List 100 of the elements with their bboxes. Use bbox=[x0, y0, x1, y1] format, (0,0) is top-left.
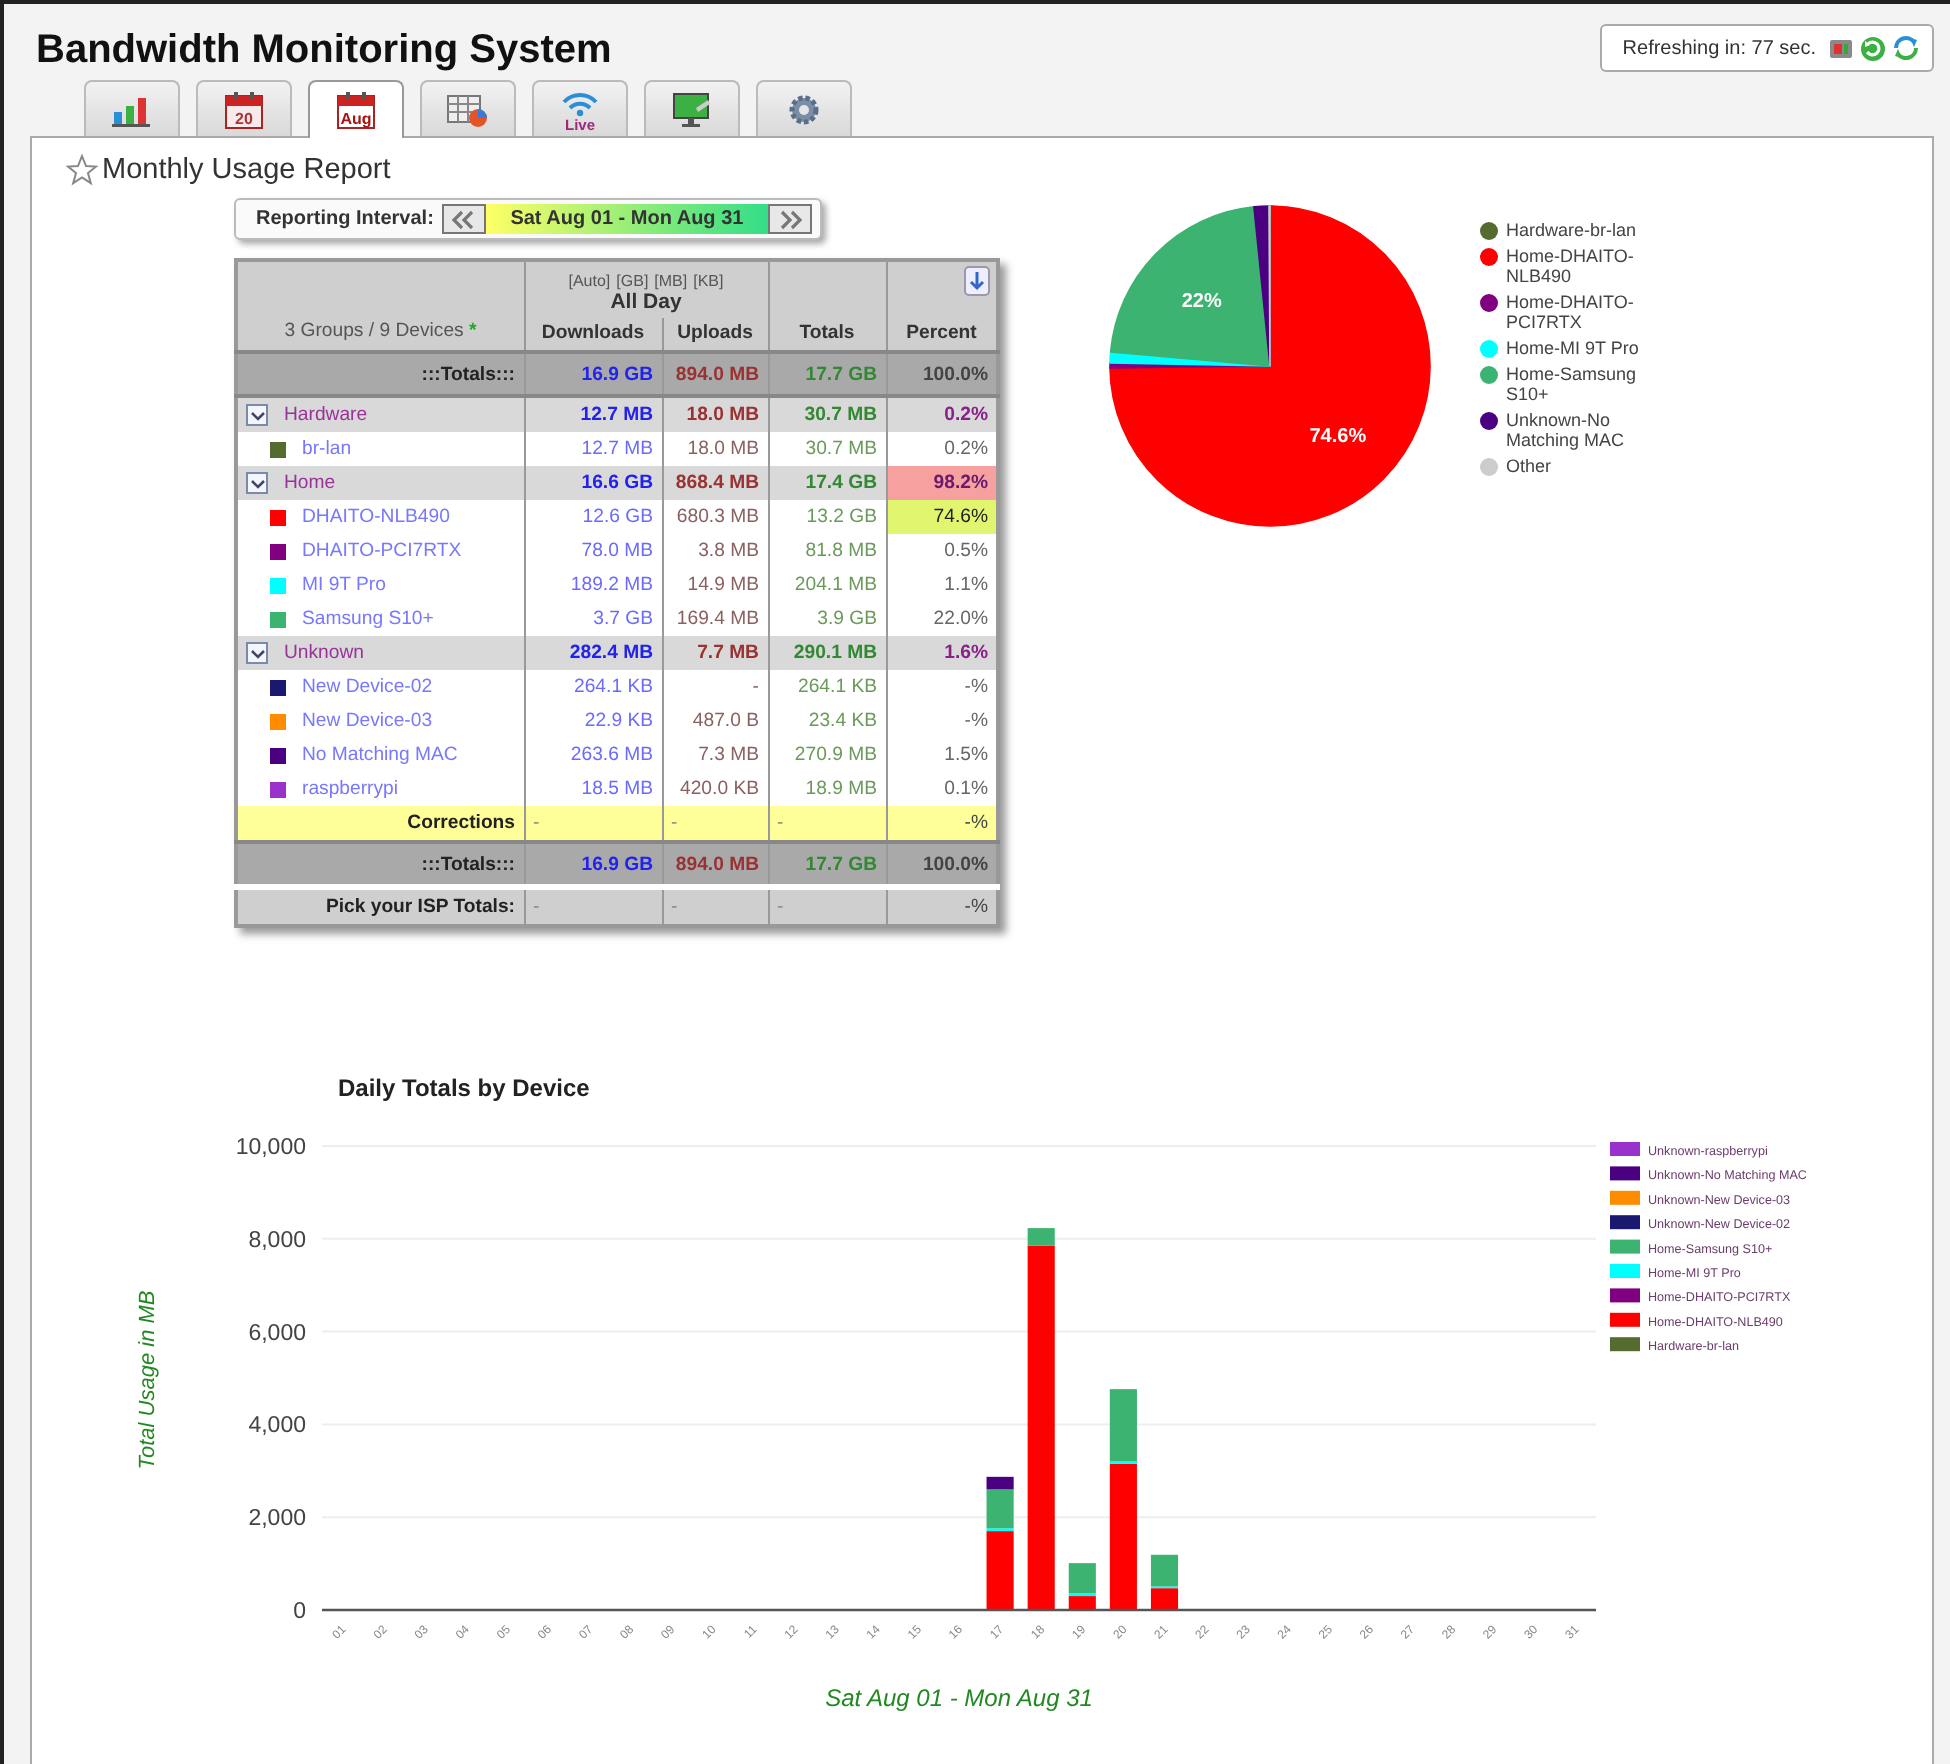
table-cell: 3.7 GB bbox=[524, 602, 662, 636]
legend-label: Unknown-No Matching MAC bbox=[1506, 410, 1627, 450]
view-tab[interactable] bbox=[84, 80, 180, 136]
group-name[interactable]: Hardware bbox=[284, 404, 368, 426]
app-title: Bandwidth Monitoring System bbox=[36, 28, 612, 74]
column-header: Percent bbox=[906, 322, 977, 344]
table-cell: - bbox=[662, 670, 768, 704]
table-cell: 23.4 KB bbox=[768, 704, 886, 738]
device-link[interactable]: raspberrypi bbox=[302, 778, 398, 800]
view-tab[interactable]: 20 bbox=[196, 80, 292, 136]
table-cell: 264.1 KB bbox=[768, 670, 886, 704]
export-icon[interactable] bbox=[964, 266, 990, 296]
table-cell: 98.2% bbox=[886, 466, 998, 500]
device-link[interactable]: DHAITO-NLB490 bbox=[302, 506, 450, 528]
row-label: Pick your ISP Totals: bbox=[236, 887, 524, 926]
table-cell: -% bbox=[886, 670, 998, 704]
device-link[interactable]: br-lan bbox=[302, 438, 352, 460]
unit-link[interactable]: [KB] bbox=[693, 271, 724, 290]
row-label: :::Totals::: bbox=[236, 352, 524, 396]
device-link[interactable]: DHAITO-PCI7RTX bbox=[302, 540, 462, 562]
interval-value: Sat Aug 01 - Mon Aug 31 bbox=[485, 204, 768, 234]
group-name[interactable]: Unknown bbox=[284, 642, 364, 664]
table-cell: - bbox=[662, 887, 768, 926]
undo-icon[interactable] bbox=[1860, 35, 1886, 61]
table-cell: - bbox=[768, 806, 886, 842]
y-tick-label: 6,000 bbox=[248, 1321, 306, 1346]
chart-title: Daily Totals by Device bbox=[338, 1074, 590, 1102]
table-cell: 1.1% bbox=[886, 568, 998, 602]
refresh-icon[interactable] bbox=[1892, 34, 1920, 62]
device-link[interactable]: No Matching MAC bbox=[302, 744, 458, 766]
table-cell: 13.2 GB bbox=[768, 500, 886, 534]
chevron-icon bbox=[249, 477, 265, 489]
column-header: Uploads bbox=[662, 318, 768, 352]
collapse-toggle[interactable] bbox=[246, 404, 268, 426]
table-cell: 18.0 MB bbox=[662, 396, 768, 432]
table-cell: - bbox=[524, 806, 662, 842]
view-tab[interactable] bbox=[644, 80, 740, 136]
table-cell: -% bbox=[886, 887, 998, 926]
table-cell: 169.4 MB bbox=[662, 602, 768, 636]
calendar-icon: 20 bbox=[222, 89, 266, 129]
table-cell: 14.9 MB bbox=[662, 568, 768, 602]
refresh-countdown: Refreshing in: 77 sec. bbox=[1622, 37, 1816, 59]
row-label: Corrections bbox=[236, 806, 524, 842]
collapse-toggle[interactable] bbox=[246, 472, 268, 494]
view-tab[interactable]: Aug bbox=[308, 80, 404, 138]
slice-label: 74.6% bbox=[1309, 425, 1367, 448]
chevron-icon bbox=[249, 409, 265, 421]
table-cell: 16.6 GB bbox=[524, 466, 662, 500]
table-cell: 22.9 KB bbox=[524, 704, 662, 738]
unit-link[interactable]: [GB] bbox=[616, 271, 649, 290]
table-cell: 264.1 KB bbox=[524, 670, 662, 704]
table-cell: 0.1% bbox=[886, 772, 998, 806]
previous-button[interactable] bbox=[441, 204, 486, 234]
table-cell: 487.0 B bbox=[662, 704, 768, 738]
unit-link[interactable]: [MB] bbox=[654, 271, 688, 290]
y-tick-label: 10,000 bbox=[235, 1136, 306, 1160]
legend-label: Home-MI 9T Pro bbox=[1506, 338, 1639, 358]
y-axis-title: Total Usage in MB bbox=[136, 1290, 160, 1470]
device-link[interactable]: New Device-02 bbox=[302, 676, 433, 698]
next-button[interactable] bbox=[768, 204, 812, 234]
table-cell: 12.7 MB bbox=[524, 396, 662, 432]
column-header: Downloads bbox=[524, 318, 662, 352]
settings-icon bbox=[786, 91, 822, 127]
view-tab[interactable] bbox=[756, 80, 852, 136]
table-cell: 189.2 MB bbox=[524, 568, 662, 602]
note-mark: * bbox=[469, 320, 477, 342]
legend-label: Hardware-br-lan bbox=[1506, 220, 1637, 240]
calendar-icon: Aug bbox=[334, 90, 378, 130]
table-cell: 30.7 MB bbox=[768, 432, 886, 466]
report-title: Monthly Usage Report bbox=[102, 154, 391, 186]
collapse-toggle[interactable] bbox=[246, 642, 268, 664]
period-label: All Day bbox=[609, 289, 682, 314]
table-cell: 30.7 MB bbox=[768, 396, 886, 432]
y-tick-label: 8,000 bbox=[248, 1228, 306, 1253]
table-cell: 868.4 MB bbox=[662, 466, 768, 500]
table-cell: 1.5% bbox=[886, 738, 998, 772]
row-label: :::Totals::: bbox=[236, 842, 524, 887]
view-tab[interactable] bbox=[420, 80, 516, 136]
column-header: Totals bbox=[768, 260, 886, 352]
device-link[interactable]: MI 9T Pro bbox=[302, 574, 386, 596]
legend-label: Home-Samsung S10+ bbox=[1506, 364, 1639, 404]
table-cell: 7.3 MB bbox=[662, 738, 768, 772]
group-name[interactable]: Home bbox=[284, 472, 336, 494]
interval-label: Reporting Interval: bbox=[256, 208, 434, 230]
unit-link[interactable]: [Auto] bbox=[568, 271, 611, 290]
counter-icon[interactable] bbox=[1828, 35, 1854, 61]
table-cell: 420.0 KB bbox=[662, 772, 768, 806]
table-cell: - bbox=[524, 887, 662, 926]
table-cell: 12.7 MB bbox=[524, 432, 662, 466]
table-cell: 1.6% bbox=[886, 636, 998, 670]
table-cell: 270.9 MB bbox=[768, 738, 886, 772]
table-cell: 7.7 MB bbox=[662, 636, 768, 670]
table-cell: 78.0 MB bbox=[524, 534, 662, 568]
star-icon[interactable] bbox=[66, 154, 98, 186]
device-link[interactable]: New Device-03 bbox=[302, 710, 433, 732]
table-cell: 3.9 GB bbox=[768, 602, 886, 636]
table-icon bbox=[446, 91, 490, 127]
table-cell: 290.1 MB bbox=[768, 636, 886, 670]
y-tick-label: 4,000 bbox=[248, 1414, 306, 1439]
device-link[interactable]: Samsung S10+ bbox=[302, 608, 434, 630]
